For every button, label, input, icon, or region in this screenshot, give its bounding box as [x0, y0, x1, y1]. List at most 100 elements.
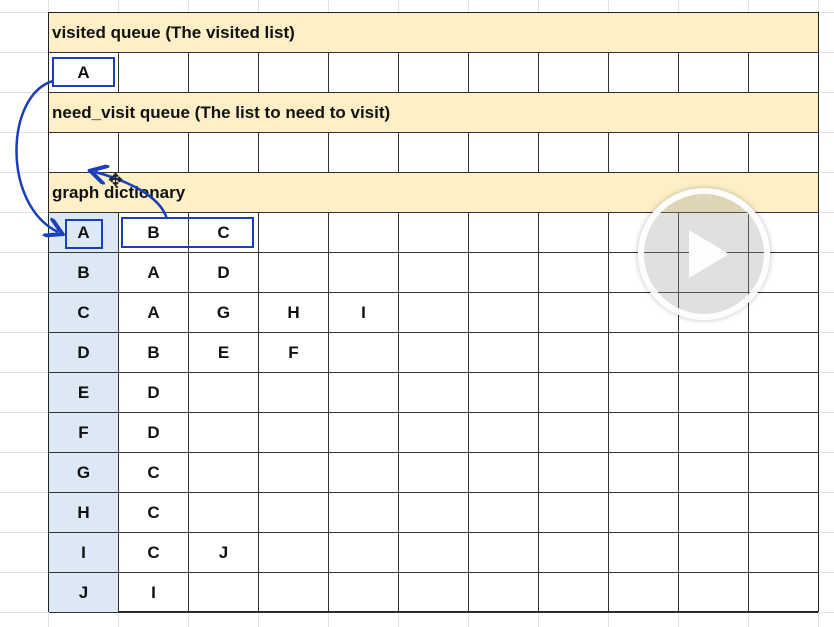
- graph-neighbor-cell: [539, 253, 609, 293]
- graph-neighbor-cell: E: [189, 333, 259, 373]
- table-cell: [679, 53, 749, 93]
- graph-neighbor-cell: [329, 253, 399, 293]
- graph-neighbor-cell: [259, 533, 329, 573]
- graph-neighbor-cell: H: [259, 293, 329, 333]
- table-cell: [539, 133, 609, 173]
- graph-neighbor-cell: D: [119, 373, 189, 413]
- graph-neighbor-cell: [539, 213, 609, 253]
- graph-neighbor-cell: [679, 413, 749, 453]
- graph-neighbor-cell: [749, 493, 818, 533]
- need-visit-queue-row: [49, 133, 818, 173]
- graph-neighbor-cell: [189, 373, 259, 413]
- graph-neighbor-cell: [469, 533, 539, 573]
- graph-neighbor-cell: [259, 573, 329, 613]
- graph-neighbor-cell: [329, 533, 399, 573]
- graph-neighbor-cell: [399, 293, 469, 333]
- graph-neighbor-cell: [329, 453, 399, 493]
- graph-neighbor-cell: [539, 453, 609, 493]
- graph-neighbor-cell: [259, 253, 329, 293]
- graph-neighbor-cell: G: [189, 293, 259, 333]
- graph-neighbor-cell: [469, 293, 539, 333]
- graph-key-cell: B: [49, 253, 119, 293]
- graph-neighbor-cell: [679, 373, 749, 413]
- graph-neighbor-cell: [469, 333, 539, 373]
- graph-neighbor-cell: I: [329, 293, 399, 333]
- graph-neighbor-cell: [189, 573, 259, 613]
- graph-row: ED: [49, 373, 818, 413]
- graph-neighbor-cell: [469, 493, 539, 533]
- graph-neighbor-cell: [609, 573, 679, 613]
- graph-neighbor-cell: [609, 493, 679, 533]
- graph-neighbor-cell: C: [119, 493, 189, 533]
- graph-neighbor-cell: C: [189, 213, 259, 253]
- graph-neighbor-cell: [539, 373, 609, 413]
- table-cell: [259, 133, 329, 173]
- graph-neighbor-cell: [749, 533, 818, 573]
- graph-key-cell: D: [49, 333, 119, 373]
- graph-key-cell: H: [49, 493, 119, 533]
- table-cell: [119, 133, 189, 173]
- graph-neighbor-cell: D: [189, 253, 259, 293]
- graph-neighbor-cell: [259, 413, 329, 453]
- graph-neighbor-cell: [609, 373, 679, 413]
- graph-neighbor-cell: [329, 573, 399, 613]
- graph-neighbor-cell: [749, 413, 818, 453]
- graph-neighbor-cell: D: [119, 413, 189, 453]
- graph-neighbor-cell: [399, 493, 469, 533]
- graph-row: GC: [49, 453, 818, 493]
- graph-neighbor-cell: [189, 493, 259, 533]
- graph-neighbor-cell: C: [119, 533, 189, 573]
- visited-queue-header: visited queue (The visited list): [49, 13, 818, 53]
- table-cell: [189, 133, 259, 173]
- graph-neighbor-cell: [399, 333, 469, 373]
- graph-neighbor-cell: [679, 493, 749, 533]
- table-cell: [189, 53, 259, 93]
- graph-neighbor-cell: [399, 253, 469, 293]
- graph-neighbor-cell: [329, 213, 399, 253]
- table-cell: [329, 133, 399, 173]
- table-cell: [469, 53, 539, 93]
- graph-neighbor-cell: F: [259, 333, 329, 373]
- graph-neighbor-cell: [329, 413, 399, 453]
- graph-neighbor-cell: [469, 573, 539, 613]
- graph-neighbor-cell: [329, 333, 399, 373]
- graph-neighbor-cell: [539, 573, 609, 613]
- graph-row: JI: [49, 573, 818, 613]
- graph-neighbor-cell: [679, 533, 749, 573]
- graph-neighbor-cell: [399, 373, 469, 413]
- graph-neighbor-cell: I: [119, 573, 189, 613]
- play-button[interactable]: [638, 188, 770, 320]
- graph-neighbor-cell: [749, 573, 818, 613]
- graph-neighbor-cell: [399, 213, 469, 253]
- graph-neighbor-cell: A: [119, 253, 189, 293]
- graph-neighbor-cell: J: [189, 533, 259, 573]
- table-cell: [259, 53, 329, 93]
- graph-neighbor-cell: [679, 453, 749, 493]
- graph-neighbor-cell: [609, 413, 679, 453]
- play-icon: [689, 230, 729, 278]
- graph-neighbor-cell: [259, 213, 329, 253]
- graph-neighbor-cell: [399, 533, 469, 573]
- table-cell: A: [49, 53, 119, 93]
- graph-neighbor-cell: [469, 213, 539, 253]
- graph-neighbor-cell: [539, 413, 609, 453]
- graph-neighbor-cell: B: [119, 333, 189, 373]
- graph-neighbor-cell: A: [119, 293, 189, 333]
- graph-neighbor-cell: [329, 373, 399, 413]
- table-cell: [609, 133, 679, 173]
- table-cell: [539, 53, 609, 93]
- graph-neighbor-cell: B: [119, 213, 189, 253]
- graph-neighbor-cell: [189, 453, 259, 493]
- graph-key-cell: G: [49, 453, 119, 493]
- graph-neighbor-cell: C: [119, 453, 189, 493]
- graph-neighbor-cell: [609, 453, 679, 493]
- visited-queue-row: A: [49, 53, 818, 93]
- graph-neighbor-cell: [679, 573, 749, 613]
- graph-neighbor-cell: [329, 493, 399, 533]
- graph-neighbor-cell: [749, 453, 818, 493]
- graph-neighbor-cell: [259, 453, 329, 493]
- graph-key-cell: E: [49, 373, 119, 413]
- graph-key-cell: I: [49, 533, 119, 573]
- graph-neighbor-cell: [539, 333, 609, 373]
- table-cell: [399, 133, 469, 173]
